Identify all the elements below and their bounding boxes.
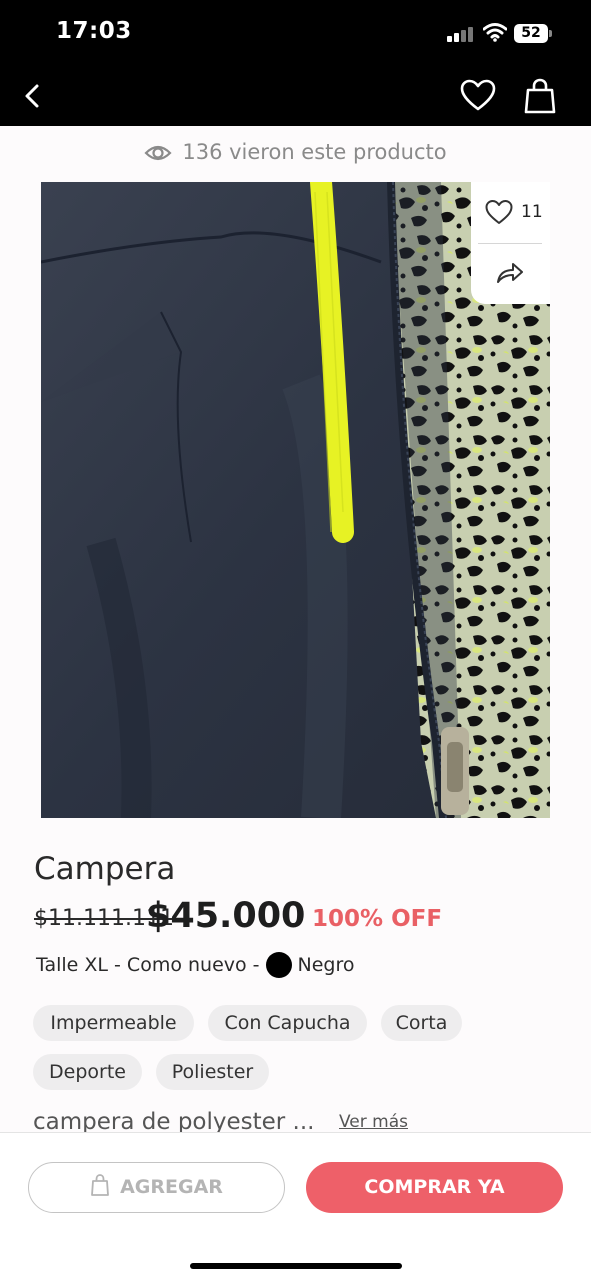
bottom-action-bar: AGREGAR COMPRAR YA xyxy=(0,1132,591,1281)
wifi-icon xyxy=(483,23,507,42)
views-counter: 136 vieron este producto xyxy=(0,140,591,164)
see-more-link[interactable]: Ver más xyxy=(339,1112,408,1132)
add-button-label: AGREGAR xyxy=(120,1176,223,1198)
like-count: 11 xyxy=(521,202,543,222)
cellular-signal-icon xyxy=(447,26,475,42)
size-condition-text: Talle XL - Como nuevo - xyxy=(36,954,260,976)
eye-icon xyxy=(144,145,172,161)
views-text: 136 vieron este producto xyxy=(182,140,447,164)
tag-chip[interactable]: Deporte xyxy=(33,1054,142,1090)
battery-icon: 52 xyxy=(514,24,548,43)
product-details: Talle XL - Como nuevo - Negro xyxy=(36,952,355,978)
battery-tip xyxy=(549,30,552,37)
like-heart-icon[interactable] xyxy=(484,198,514,226)
tag-chip[interactable]: Con Capucha xyxy=(208,1005,367,1041)
back-chevron-icon[interactable] xyxy=(18,80,48,112)
bag-icon xyxy=(91,1174,109,1196)
like-share-card: 11 xyxy=(471,182,550,304)
tag-chip[interactable]: Corta xyxy=(381,1005,462,1041)
status-time: 17:03 xyxy=(56,18,132,44)
current-price: $45.000 xyxy=(146,896,306,936)
color-swatch xyxy=(265,952,292,978)
buy-now-button[interactable]: COMPRAR YA xyxy=(306,1162,563,1213)
status-bar: 17:03 52 xyxy=(0,0,591,66)
home-indicator xyxy=(190,1263,402,1269)
shopping-bag-icon[interactable] xyxy=(522,76,558,116)
tag-chip[interactable]: Impermeable xyxy=(33,1005,194,1041)
share-icon[interactable] xyxy=(496,262,524,284)
divider xyxy=(478,243,542,244)
product-description: campera de polyester ... xyxy=(33,1109,315,1132)
tag-chip[interactable]: Poliester xyxy=(156,1054,269,1090)
favorite-heart-icon[interactable] xyxy=(458,76,498,116)
product-detail: 136 vieron este producto 11 Campera $11.… xyxy=(0,126,591,1132)
top-nav-bar xyxy=(0,66,591,126)
discount-badge: 100% OFF xyxy=(312,906,443,932)
color-name: Negro xyxy=(297,954,355,976)
add-to-cart-button[interactable]: AGREGAR xyxy=(28,1162,285,1213)
product-title: Campera xyxy=(34,851,176,887)
